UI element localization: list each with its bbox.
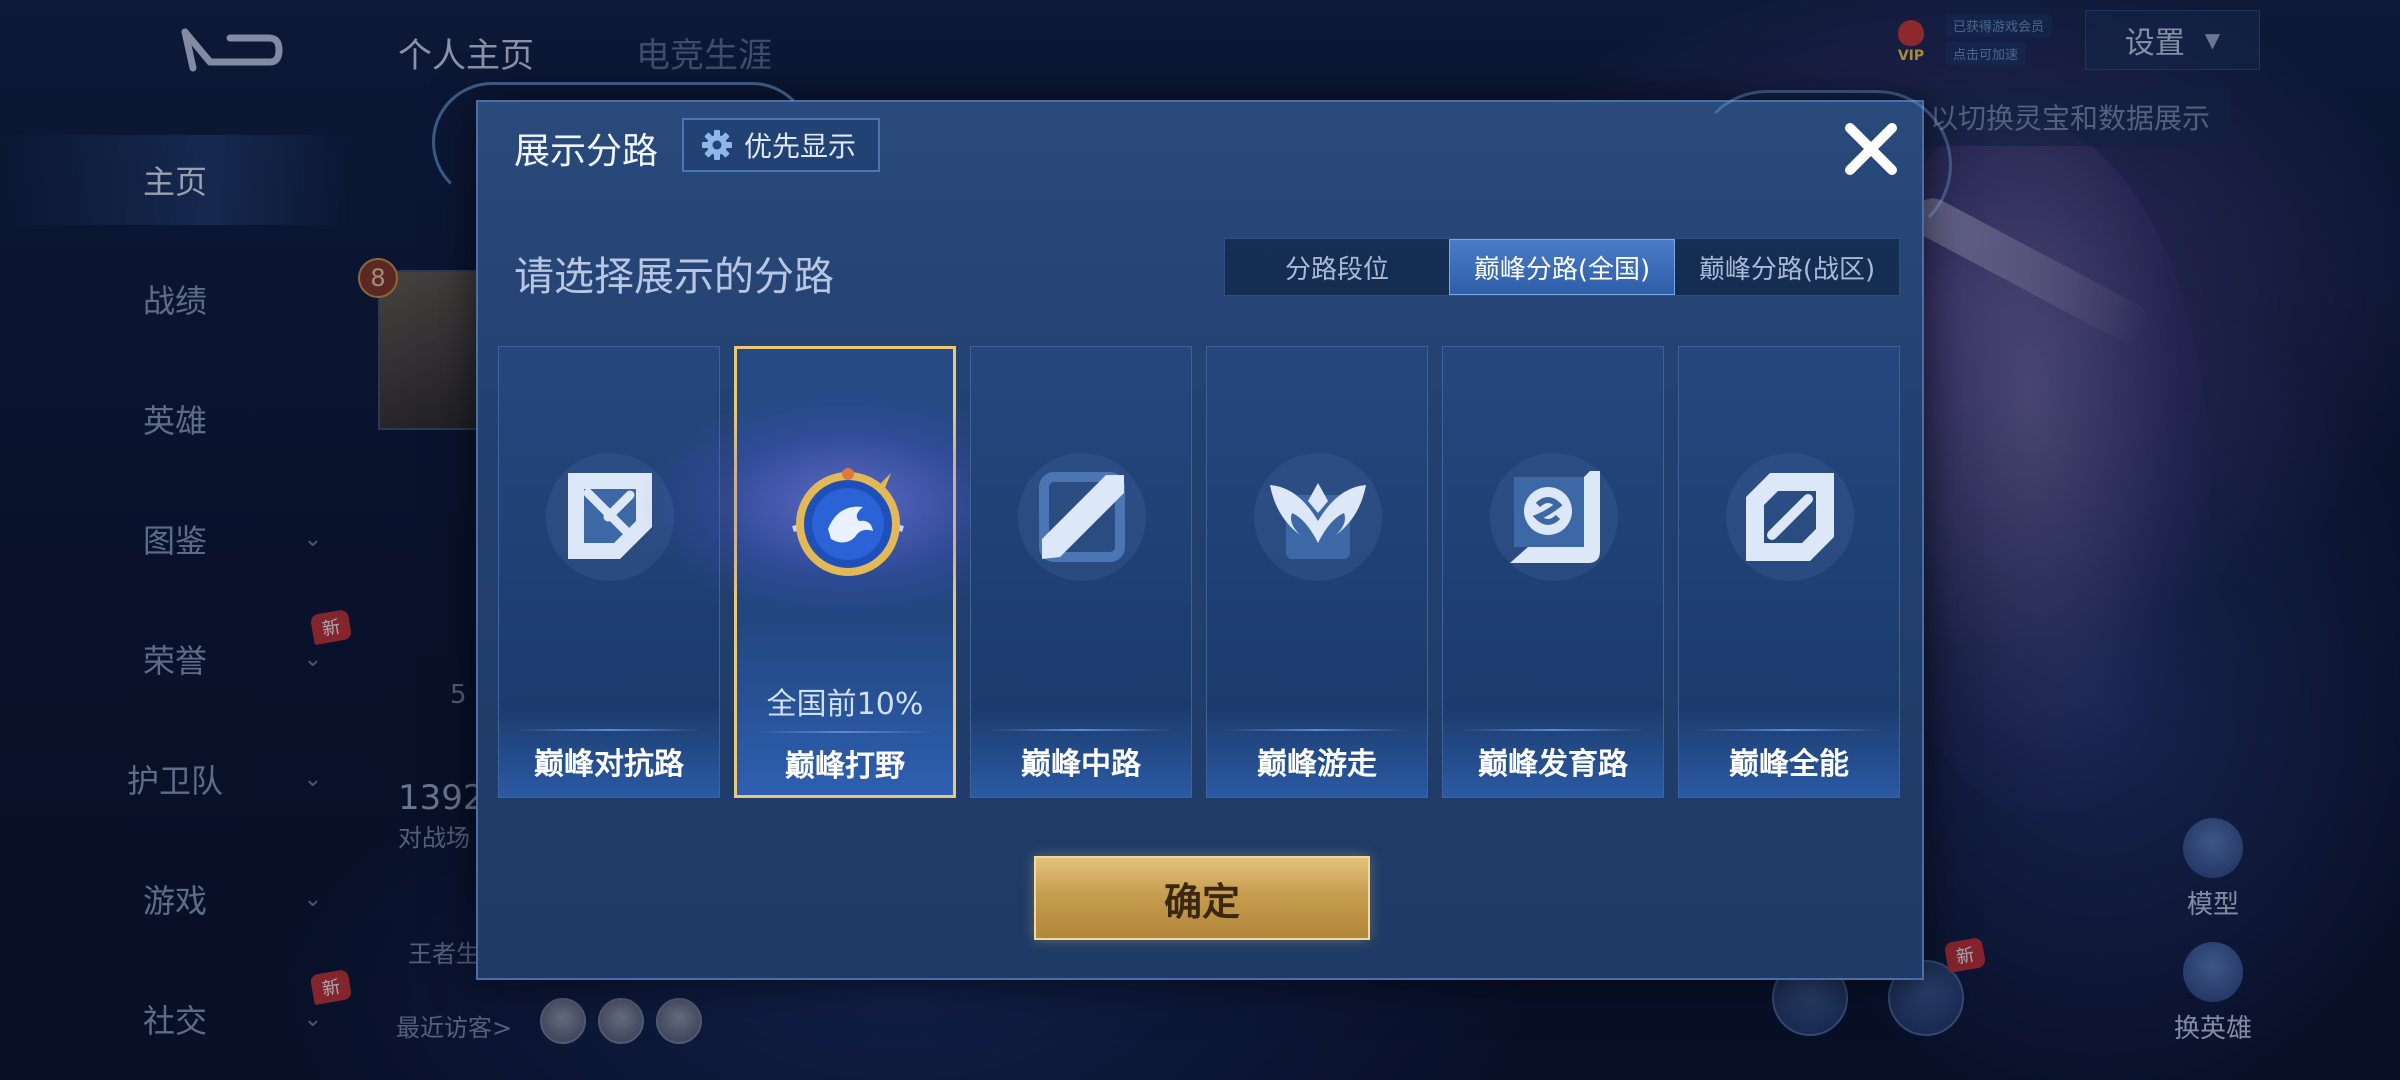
lane-display-dialog: 展示分路 优先显示 请选择展示的分路 分路段位 巅峰分路(全国) 巅峰分路(战区… (432, 82, 1952, 980)
tab-peak-lane-region[interactable]: 巅峰分路(战区) (1675, 239, 1899, 295)
lane-card-label: 巅峰对抗路 (534, 747, 684, 782)
rank-percentile-text: 全国前10% (766, 687, 924, 722)
lane-card-jungle[interactable]: 全国前10% 巅峰打野 (637, 346, 1057, 798)
tab-lane-rank[interactable]: 分路段位 (1225, 239, 1449, 295)
s-shield-icon (1484, 447, 1624, 587)
card-divider (1461, 729, 1645, 731)
close-button[interactable] (1836, 114, 1906, 184)
lane-card-label: 巅峰中路 (1021, 747, 1141, 782)
lane-type-switcher: 分路段位 巅峰分路(全国) 巅峰分路(战区) (1224, 238, 1900, 296)
confirm-button[interactable]: 确定 (1034, 856, 1370, 940)
decorative-swirl (1692, 90, 1952, 240)
lane-card-list: 巅峰对抗路 全国前10% 巅峰打野 巅峰中路 巅峰游走 巅峰发育路 巅峰全能 (498, 346, 1906, 798)
card-divider (989, 729, 1173, 731)
card-divider (1697, 729, 1881, 731)
wings-icon (1248, 447, 1388, 587)
diagonal-slash-icon (1012, 447, 1152, 587)
priority-display-button[interactable]: 优先显示 (682, 118, 881, 172)
lane-card-label: 巅峰全能 (1729, 747, 1849, 782)
lane-card-label: 巅峰游走 (1257, 747, 1377, 782)
all-round-icon (1720, 447, 1860, 587)
lane-card-all-round[interactable]: 巅峰全能 (1678, 346, 1900, 798)
lane-card-label: 巅峰打野 (785, 749, 905, 784)
priority-display-label: 优先显示 (744, 130, 857, 163)
lane-card-label: 巅峰发育路 (1478, 747, 1628, 782)
lane-card-mid[interactable]: 巅峰中路 (970, 346, 1192, 798)
tab-peak-lane-national[interactable]: 巅峰分路(全国) (1449, 239, 1675, 295)
card-divider (755, 731, 935, 733)
dragon-emblem-icon (783, 459, 913, 589)
lane-card-roam[interactable]: 巅峰游走 (1206, 346, 1428, 798)
close-icon (1845, 123, 1897, 175)
gear-icon (700, 128, 734, 162)
dialog-title: 展示分路 (514, 131, 659, 172)
card-divider (517, 729, 701, 731)
dialog-subtitle: 请选择展示的分路 (514, 254, 834, 300)
lane-card-farm[interactable]: 巅峰发育路 (1442, 346, 1664, 798)
card-divider (1225, 729, 1409, 731)
